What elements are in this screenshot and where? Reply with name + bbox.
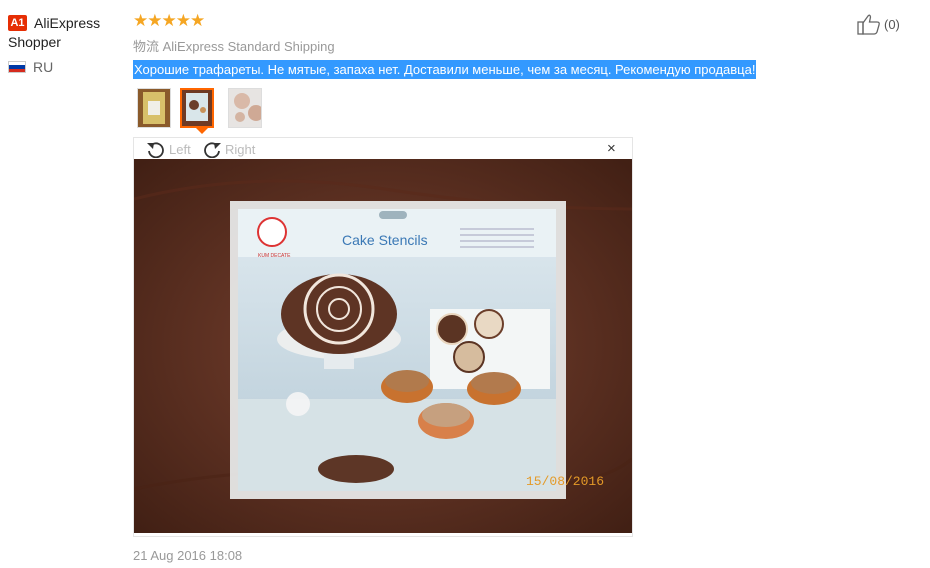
rotate-right-button[interactable]: Right	[201, 140, 255, 158]
close-viewer-button[interactable]: ×	[607, 141, 616, 157]
package-brand: KUM DECATE	[258, 253, 291, 259]
user-name: AliExpress	[34, 15, 101, 31]
photo-date-stamp: 15/08/2016	[526, 474, 604, 489]
rotate-left-button[interactable]: Left	[145, 140, 191, 158]
rotate-right-icon	[204, 142, 221, 158]
thumbs-up-icon	[857, 14, 880, 35]
user-name-line2: Shopper	[8, 34, 61, 50]
russia-flag-icon	[8, 61, 26, 73]
rotate-right-label: Right	[225, 141, 256, 157]
review-photo: KUM DECATE Cake Stencils 15/08/2016	[134, 159, 632, 533]
review-thumbnail-2[interactable]	[180, 88, 214, 128]
helpful-button[interactable]: (0)	[857, 13, 900, 35]
level-badge: A1	[8, 15, 27, 31]
rotate-left-icon	[147, 142, 164, 158]
review-text: Хорошие трафареты. Не мятые, запаха нет.…	[133, 60, 757, 79]
package-title: Cake Stencils	[342, 232, 428, 248]
user-country: RU	[33, 59, 54, 75]
shipping-method: 物流 AliExpress Standard Shipping	[133, 39, 335, 54]
active-thumbnail-indicator	[196, 128, 208, 134]
review-date: 21 Aug 2016 18:08	[133, 548, 243, 563]
review-photo-image: KUM DECATE Cake Stencils 15/08/2016	[134, 159, 632, 533]
review-thumbnail-1[interactable]	[137, 88, 171, 128]
rotate-left-label: Left	[169, 141, 191, 157]
review-thumbnail-3[interactable]	[228, 88, 262, 128]
helpful-count: (0)	[884, 16, 900, 32]
star-rating: ★★★★★	[133, 11, 205, 30]
